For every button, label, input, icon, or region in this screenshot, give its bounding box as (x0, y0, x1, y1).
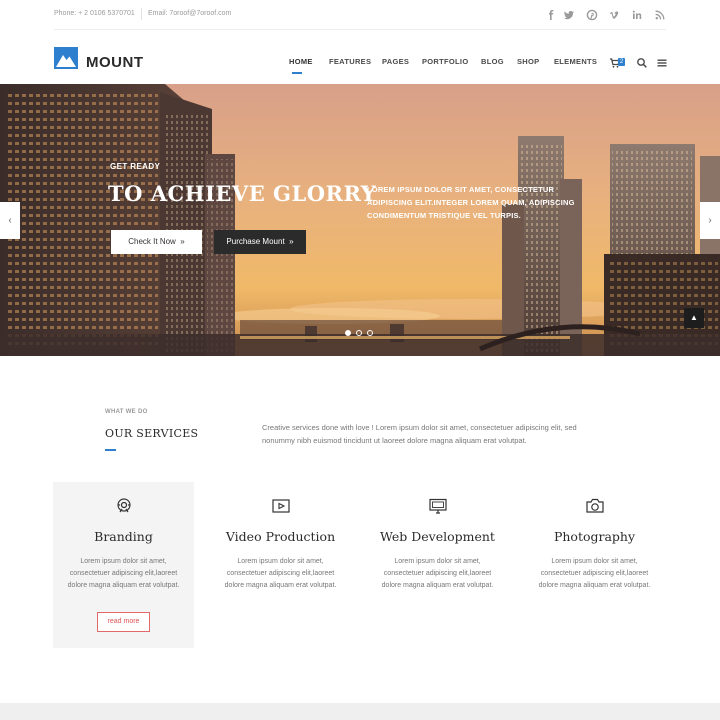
site-header: MOUNT HOME FEATURES PAGES PORTFOLIO BLOG… (0, 30, 720, 84)
search-icon[interactable] (636, 56, 648, 68)
vimeo-icon[interactable] (608, 8, 622, 22)
nav-home[interactable]: HOME (289, 57, 313, 66)
hero-background-image (0, 84, 720, 356)
video-icon (271, 496, 291, 516)
contact-email[interactable]: Email: 7oroof@7oroof.com (148, 10, 231, 17)
purchase-mount-label: Purchase Mount (226, 237, 285, 246)
divider (141, 8, 142, 20)
camera-icon (585, 496, 605, 516)
hero-title: TO ACHIEVE GLORRY (108, 181, 377, 206)
page: Phone: + 2 0106 5370701 Email: 7oroof@7o… (0, 0, 720, 720)
service-card-video: Video Production Lorem ipsum dolor sit a… (210, 482, 351, 648)
back-to-top-button[interactable]: ▲ (684, 308, 704, 328)
rss-icon[interactable] (653, 8, 667, 22)
chevron-right-icon: » (284, 237, 294, 246)
nav-features[interactable]: FEATURES (329, 57, 371, 66)
hero-text: LOREM IPSUM DOLOR SIT AMET, CONSECTETUR … (367, 185, 575, 220)
section-kicker: WHAT WE DO (105, 409, 148, 415)
pinterest-icon[interactable] (585, 8, 599, 22)
branding-icon (114, 496, 134, 516)
menu-icon[interactable] (656, 56, 668, 68)
nav-active-indicator (292, 72, 302, 74)
purchase-mount-button[interactable]: Purchase Mount » (214, 230, 306, 254)
check-it-now-button[interactable]: Check It Now » (111, 230, 202, 254)
service-title: Branding (94, 529, 153, 544)
slider-dot-3[interactable] (367, 330, 373, 336)
facebook-icon[interactable] (544, 8, 558, 22)
nav-elements[interactable]: ELEMENTS (554, 57, 597, 66)
services-intro: Creative services done with love ! Lorem… (262, 423, 577, 445)
nav-shop[interactable]: SHOP (517, 57, 539, 66)
nav-pages[interactable]: PAGES (382, 57, 409, 66)
nav-blog[interactable]: BLOG (481, 57, 504, 66)
top-bar-inner: Phone: + 2 0106 5370701 Email: 7oroof@7o… (54, 0, 666, 30)
next-section-strip (0, 703, 720, 720)
service-card-web: Web Development Lorem ipsum dolor sit am… (367, 482, 508, 648)
logo-text[interactable]: MOUNT (86, 54, 144, 71)
monitor-icon (428, 496, 448, 516)
service-card-photography: Photography Lorem ipsum dolor sit amet, … (524, 482, 665, 648)
hero-kicker: GET READY (110, 162, 161, 171)
nav-portfolio[interactable]: PORTFOLIO (422, 57, 468, 66)
service-text: Lorem ipsum dolor sit amet, consectetuer… (224, 558, 337, 589)
service-title: Photography (553, 529, 636, 544)
top-bar: Phone: + 2 0106 5370701 Email: 7oroof@7o… (0, 0, 720, 30)
hero-slider: GET READY TO ACHIEVE GLORRY LOREM IPSUM … (0, 84, 720, 356)
service-title: Video Production (225, 529, 336, 544)
service-text: Lorem ipsum dolor sit amet, consectetuer… (381, 558, 494, 589)
linkedin-icon[interactable] (630, 8, 644, 22)
service-card-branding: Branding Lorem ipsum dolor sit amet, con… (53, 482, 194, 648)
section-title-underline (105, 449, 116, 451)
section-title: OUR SERVICES (105, 427, 199, 440)
service-title: Web Development (380, 529, 495, 544)
service-text: Lorem ipsum dolor sit amet, consectetuer… (538, 558, 651, 589)
contact-phone: Phone: + 2 0106 5370701 (54, 10, 135, 17)
slider-dot-1[interactable] (345, 330, 351, 336)
slider-next-arrow[interactable]: › (700, 202, 720, 239)
chevron-right-icon: » (175, 237, 185, 246)
slider-prev-arrow[interactable]: ‹ (0, 202, 20, 239)
logo-icon[interactable] (54, 47, 78, 69)
twitter-icon[interactable] (562, 8, 576, 22)
service-text: Lorem ipsum dolor sit amet, consectetuer… (67, 558, 180, 589)
read-more-button[interactable]: read more (97, 612, 150, 632)
check-it-now-label: Check It Now (128, 237, 176, 246)
cart-count-badge: 2 (618, 58, 625, 66)
slider-dot-2[interactable] (356, 330, 362, 336)
